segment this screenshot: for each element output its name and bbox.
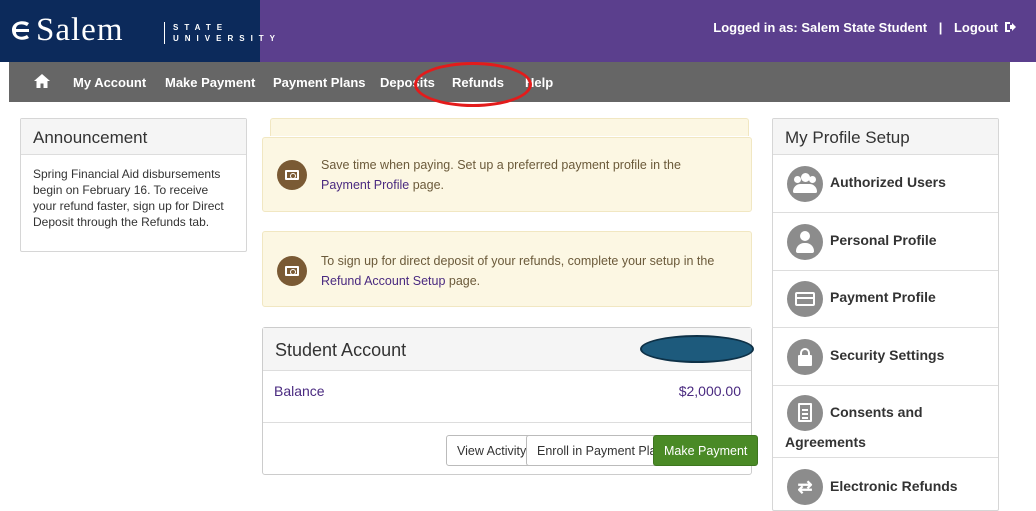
- annotation-circle: [414, 62, 532, 107]
- payment-profile-label: Payment Profile: [830, 289, 936, 305]
- refresh-icon: ⇄: [787, 469, 823, 505]
- balance-value: $2,000.00: [678, 383, 741, 399]
- header-separator: |: [938, 20, 943, 35]
- alert-stub: [270, 118, 749, 136]
- payment-profile-item[interactable]: Payment Profile: [773, 271, 998, 328]
- profile-setup-title: My Profile Setup: [773, 119, 998, 155]
- announcement-body: Spring Financial Aid disbursements begin…: [33, 167, 224, 229]
- refund-setup-alert: To sign up for direct deposit of your re…: [262, 231, 752, 307]
- consents-label-line2: Agreements: [785, 434, 866, 450]
- alert-text-before: To sign up for direct deposit of your re…: [321, 254, 715, 268]
- balance-label[interactable]: Balance: [274, 383, 325, 399]
- user-icon: [787, 224, 823, 260]
- alert-text-after: page.: [409, 178, 444, 192]
- nav-payment-plans[interactable]: Payment Plans: [273, 75, 366, 90]
- announcement-title: Announcement: [21, 119, 246, 155]
- authorized-users-item[interactable]: Authorized Users: [773, 155, 998, 213]
- home-icon[interactable]: [33, 73, 51, 89]
- security-settings-label: Security Settings: [830, 347, 945, 363]
- announcement-panel: Announcement Spring Financial Aid disbur…: [20, 118, 247, 252]
- authorized-users-label: Authorized Users: [830, 174, 946, 190]
- personal-profile-label: Personal Profile: [830, 232, 937, 248]
- electronic-refunds-label: Electronic Refunds: [830, 478, 958, 494]
- money-icon: [277, 256, 307, 286]
- salem-state-logo[interactable]: Salem STATE UNIVERSITY: [0, 0, 275, 62]
- refund-account-setup-link[interactable]: Refund Account Setup: [321, 274, 445, 288]
- alert-text: To sign up for direct deposit of your re…: [321, 251, 733, 291]
- logout-link[interactable]: Logout: [954, 20, 998, 35]
- logo-mark-icon: [12, 21, 29, 40]
- money-icon: [277, 160, 307, 190]
- student-account-panel: Student Account Balance $2,000.00 View A…: [262, 327, 759, 475]
- logo-subtitle: STATE UNIVERSITY: [173, 22, 281, 44]
- alert-text-before: Save time when paying. Set up a preferre…: [321, 158, 681, 172]
- nav-make-payment[interactable]: Make Payment: [165, 75, 255, 90]
- sign-out-icon[interactable]: [1004, 21, 1016, 33]
- view-activity-button[interactable]: View Activity: [446, 435, 538, 466]
- electronic-refunds-item[interactable]: ⇄ Electronic Refunds: [773, 458, 998, 510]
- logged-in-text: Logged in as: Salem State Student: [713, 20, 928, 35]
- lock-icon: [787, 339, 823, 375]
- users-icon: [787, 166, 823, 202]
- nav-my-account[interactable]: My Account: [73, 75, 146, 90]
- payment-profile-link[interactable]: Payment Profile: [321, 178, 409, 192]
- balance-row: Balance $2,000.00: [263, 371, 751, 423]
- consents-agreements-item[interactable]: Consents and Agreements: [773, 386, 998, 458]
- consents-label-line1: Consents and: [830, 404, 923, 420]
- top-header: Salem STATE UNIVERSITY Logged in as: Sal…: [0, 0, 1036, 62]
- login-status: Logged in as: Salem State Student | Logo…: [713, 20, 998, 35]
- make-payment-button[interactable]: Make Payment: [653, 435, 759, 466]
- credit-card-icon: [787, 281, 823, 317]
- logo-wordmark: Salem: [36, 12, 124, 48]
- logo-subtitle-line2: UNIVERSITY: [173, 34, 282, 43]
- redaction-mark: [640, 335, 754, 363]
- logo-divider: [164, 22, 165, 44]
- security-settings-item[interactable]: Security Settings: [773, 328, 998, 386]
- payment-profile-alert: Save time when paying. Set up a preferre…: [262, 137, 752, 212]
- logo-subtitle-line1: STATE: [173, 23, 229, 32]
- alert-text: Save time when paying. Set up a preferre…: [321, 155, 733, 195]
- personal-profile-item[interactable]: Personal Profile: [773, 213, 998, 271]
- document-icon: [787, 395, 823, 431]
- alert-text-after: page.: [445, 274, 481, 288]
- profile-setup-panel: My Profile Setup Authorized Users Person…: [772, 118, 999, 511]
